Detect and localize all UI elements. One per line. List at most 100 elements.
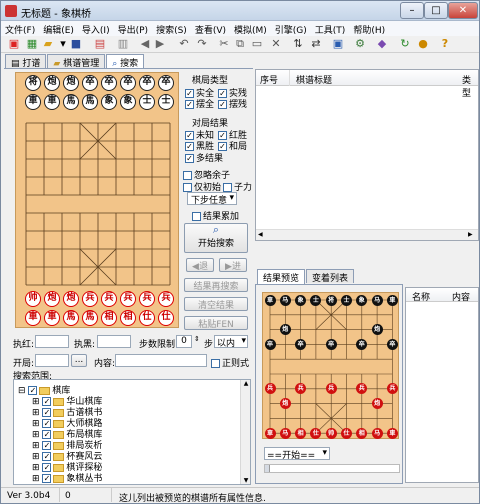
content-input[interactable] — [115, 354, 207, 367]
tray-piece[interactable]: 相 — [101, 310, 117, 326]
tab-variations[interactable]: 变着列表 — [306, 269, 355, 284]
tray-piece[interactable]: 士 — [158, 94, 174, 110]
menu-import[interactable]: 导入(I) — [78, 21, 114, 36]
expand-icon[interactable]: ⊞ — [32, 474, 40, 484]
undo-icon[interactable]: ↶ — [177, 37, 191, 51]
col-index[interactable]: 序号 — [260, 73, 278, 86]
clear-icon[interactable]: ✕ — [269, 37, 283, 51]
forward-button[interactable]: ▶进 — [219, 258, 247, 272]
dropdown-arrow-icon[interactable]: ▾ — [56, 37, 70, 51]
tray-piece[interactable]: 炮 — [63, 291, 79, 307]
help-icon[interactable]: ? — [438, 37, 452, 51]
tray-piece[interactable]: 車 — [25, 94, 41, 110]
move-select[interactable]: ==开始== ▾ — [264, 447, 330, 461]
type-set-end[interactable]: ✓ 摆残 — [218, 97, 247, 110]
tray-piece[interactable]: 相 — [120, 310, 136, 326]
preview-board[interactable]: 車马象士将士象马車炮炮卒卒卒卒卒兵兵兵兵兵炮炮車马相仕帅仕相马車 — [262, 292, 399, 439]
black-player-input[interactable] — [97, 335, 131, 348]
scroll-down-icon[interactable]: ▼ — [241, 477, 250, 484]
tray-piece[interactable]: 士 — [139, 94, 155, 110]
swap-vertical-icon[interactable]: ⇅ — [291, 37, 305, 51]
tree-item[interactable]: ⊞ ✓ 象棋丛书 — [32, 471, 102, 484]
tray-piece[interactable]: 馬 — [82, 94, 98, 110]
swap-horizontal-icon[interactable]: ⇄ — [309, 37, 323, 51]
forward-circle-icon[interactable]: ▶ — [153, 37, 167, 51]
init-only-checkbox[interactable] — [183, 183, 192, 192]
menu-view[interactable]: 查看(V) — [191, 21, 230, 36]
paste-icon[interactable]: ▭ — [250, 37, 264, 51]
search-in-results-button[interactable]: 结果再搜索 — [184, 278, 248, 292]
result-multiple-checkbox[interactable]: ✓ — [185, 154, 194, 163]
tray-piece[interactable]: 車 — [44, 94, 60, 110]
tray-piece[interactable]: 炮 — [44, 75, 60, 91]
step-mode-select[interactable]: 以内 ▾ — [214, 335, 248, 349]
delete-icon[interactable]: ▥ — [116, 37, 130, 51]
tray-piece[interactable]: 馬 — [63, 94, 79, 110]
col-type[interactable]: 类型 — [462, 73, 478, 99]
menu-edit[interactable]: 编辑(E) — [39, 21, 78, 36]
tray-piece[interactable]: 馬 — [82, 310, 98, 326]
chess-board[interactable] — [15, 72, 179, 328]
accumulate[interactable]: 结果累加 — [192, 209, 239, 222]
regex-checkbox[interactable] — [211, 359, 220, 368]
menu-search[interactable]: 搜索(S) — [152, 21, 191, 36]
type-set-full[interactable]: ✓ 摆全 — [185, 97, 214, 110]
tray-piece[interactable]: 兵 — [120, 291, 136, 307]
tray-piece[interactable]: 仕 — [158, 310, 174, 326]
result-black-win-checkbox[interactable]: ✓ — [185, 142, 194, 151]
redo-icon[interactable]: ↷ — [195, 37, 209, 51]
step-limit-input[interactable]: 0 — [176, 335, 192, 348]
type-set-end-checkbox[interactable]: ✓ — [218, 100, 227, 109]
scroll-up-icon[interactable]: ▲ — [241, 380, 250, 387]
opening-input[interactable] — [35, 354, 69, 367]
scroll-left-icon[interactable]: ◀ — [258, 231, 263, 238]
red-player-input[interactable] — [35, 335, 69, 348]
tray-piece[interactable]: 卒 — [101, 75, 117, 91]
tray-piece[interactable]: 卒 — [139, 75, 155, 91]
tray-piece[interactable]: 卒 — [82, 75, 98, 91]
minimize-button[interactable]: – — [400, 2, 424, 19]
menu-engine[interactable]: 引擎(G) — [271, 21, 311, 36]
results-hscrollbar[interactable]: ◀ ▶ — [256, 229, 478, 240]
user-icon[interactable]: ● — [416, 37, 430, 51]
start-search-button[interactable]: ⌕ 开始搜索 — [184, 223, 248, 253]
maximize-button[interactable]: □ — [424, 2, 448, 19]
record-icon[interactable]: ▤ — [93, 37, 107, 51]
type-set-full-checkbox[interactable]: ✓ — [185, 100, 194, 109]
tab-preview[interactable]: 结果预览 — [257, 269, 306, 284]
tray-piece[interactable]: 馬 — [63, 310, 79, 326]
tab-library[interactable]: ▰ 棋谱管理 — [47, 54, 106, 69]
board-view-icon[interactable]: ▣ — [331, 37, 345, 51]
result-multiple[interactable]: ✓ 多结果 — [185, 151, 223, 164]
tray-piece[interactable]: 兵 — [101, 291, 117, 307]
results-list[interactable]: 序号 棋谱标题 类型 ◀ ▶ — [255, 69, 479, 241]
col-title[interactable]: 棋谱标题 — [296, 73, 332, 86]
browse-button[interactable]: ... — [71, 354, 87, 367]
settings-icon[interactable]: ⚙ — [353, 37, 367, 51]
piece-count-checkbox[interactable] — [223, 183, 232, 192]
result-draw-checkbox[interactable]: ✓ — [218, 142, 227, 151]
menu-file[interactable]: 文件(F) — [1, 21, 39, 36]
ignore-rest-checkbox[interactable] — [183, 171, 192, 180]
tray-piece[interactable]: 卒 — [120, 75, 136, 91]
collapse-icon[interactable]: ⊟ — [18, 386, 26, 396]
back-circle-icon[interactable]: ◀ — [138, 37, 152, 51]
tray-piece[interactable]: 象 — [120, 94, 136, 110]
tray-piece[interactable]: 仕 — [139, 310, 155, 326]
step-spinner-icon[interactable]: ⇕ — [194, 335, 200, 343]
slider-thumb[interactable] — [265, 465, 270, 472]
menu-tools[interactable]: 工具(T) — [311, 21, 350, 36]
move-slider[interactable] — [264, 464, 400, 473]
clear-results-button[interactable]: 清空结果 — [184, 297, 248, 311]
tray-piece[interactable]: 象 — [101, 94, 117, 110]
accumulate-checkbox[interactable] — [192, 212, 201, 221]
col-name[interactable]: 名称 — [412, 290, 430, 303]
tray-piece[interactable]: 兵 — [82, 291, 98, 307]
tag-icon[interactable]: ◆ — [375, 37, 389, 51]
open-folder-icon[interactable]: ▰ — [41, 37, 55, 51]
close-button[interactable]: ✕ — [448, 2, 478, 19]
grid-icon[interactable]: ▦ — [25, 37, 39, 51]
next-move-select[interactable]: 下步任意 ▾ — [187, 192, 237, 206]
tray-piece[interactable]: 兵 — [158, 291, 174, 307]
tab-record[interactable]: ▤ 打谱 — [5, 54, 47, 69]
